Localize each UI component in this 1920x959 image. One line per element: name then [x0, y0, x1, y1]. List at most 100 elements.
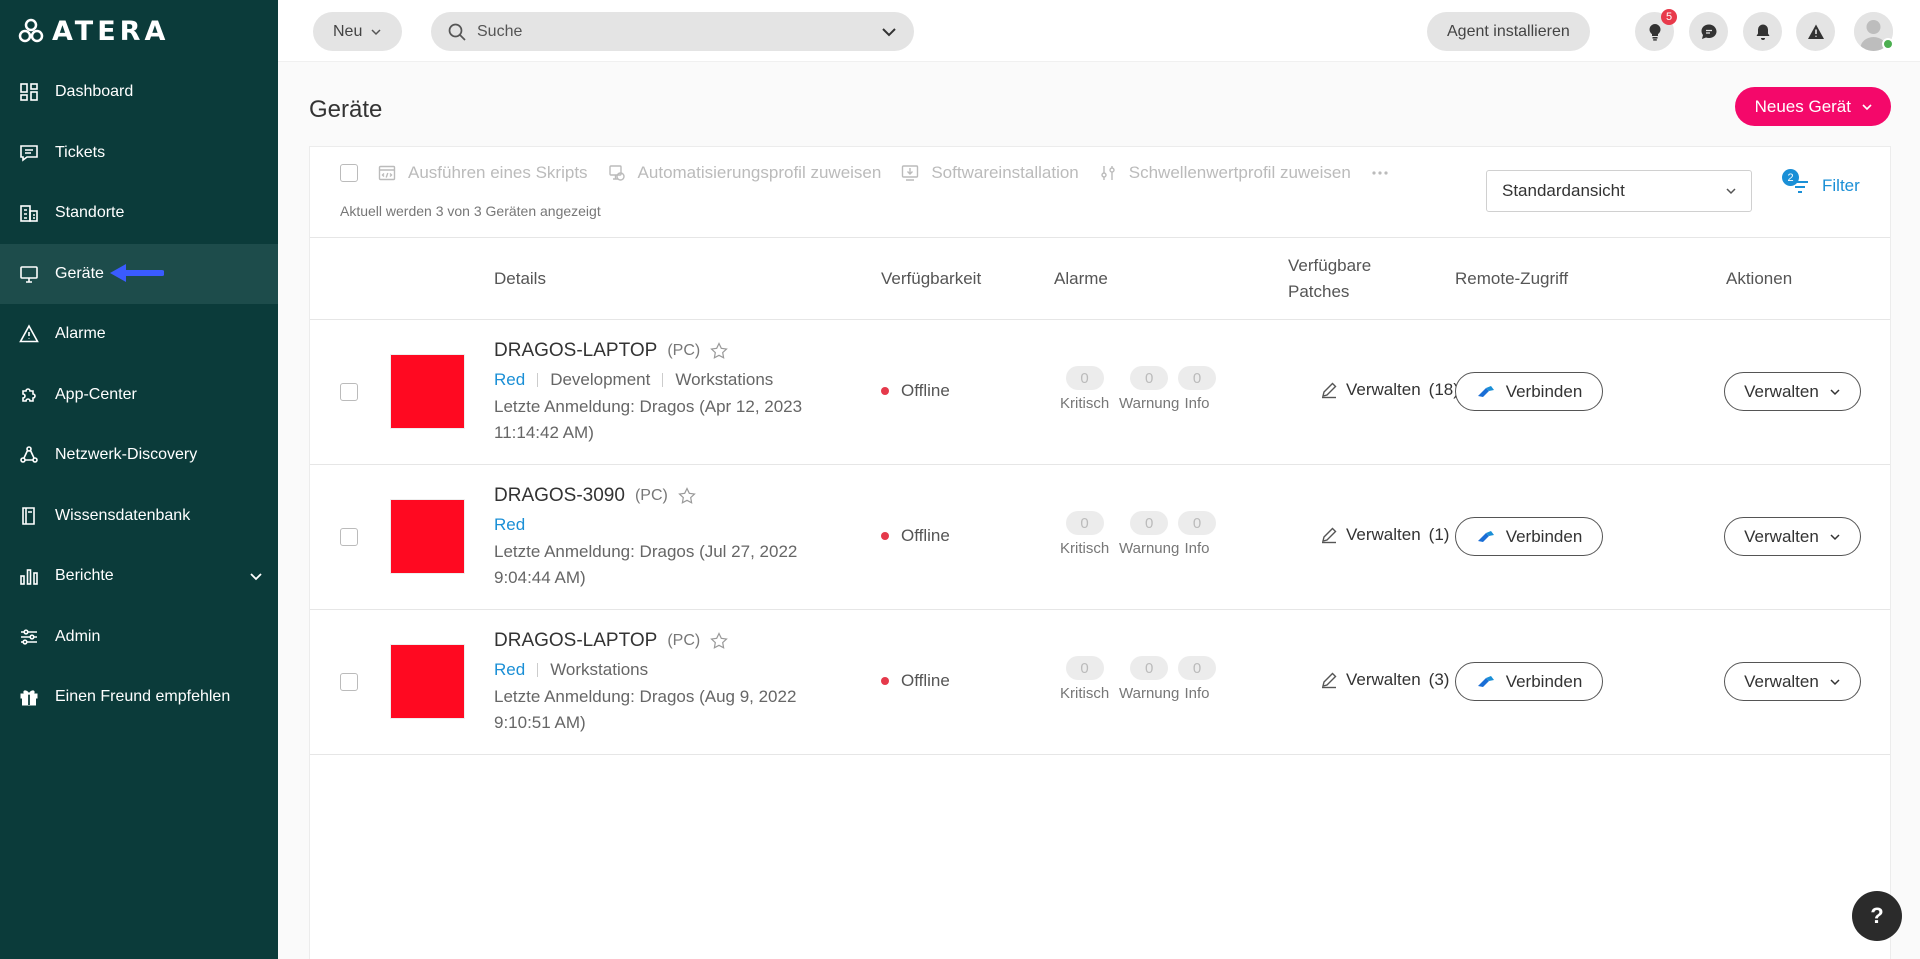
tag-separator [537, 663, 539, 677]
install-agent-button[interactable]: Agent installieren [1427, 12, 1590, 51]
sidebar-item-label: Admin [55, 627, 101, 645]
offline-dot [881, 677, 889, 685]
bulk-actions: Ausführen eines Skripts Automatisierungs… [340, 163, 1389, 183]
alarm-label: Warnung [1119, 540, 1180, 557]
search-input[interactable] [477, 22, 870, 41]
alarm-count: 0 [1130, 656, 1169, 680]
alarm-info[interactable]: 0 Info [1178, 366, 1216, 412]
row-checkbox[interactable] [340, 528, 358, 546]
star-icon[interactable] [710, 342, 729, 360]
row-checkbox[interactable] [340, 383, 358, 401]
sidebar-item-netzwerk-discovery[interactable]: Netzwerk-Discovery [0, 425, 278, 486]
connect-label: Verbinden [1505, 381, 1583, 401]
logo-text: ATERA [52, 15, 170, 47]
chevron-down-icon [1830, 533, 1840, 540]
alarm-info[interactable]: 0 Info [1178, 511, 1216, 557]
sidebar-item-standorte[interactable]: Standorte [0, 183, 278, 244]
view-select-value: Standardansicht [1502, 181, 1625, 200]
software-installation-action[interactable]: Softwareinstallation [901, 163, 1079, 183]
tips-button[interactable]: 5 [1635, 9, 1677, 51]
select-all-checkbox[interactable] [340, 164, 358, 182]
threshold-icon [1101, 166, 1115, 180]
customer-link[interactable]: Red [494, 660, 525, 680]
alarm-critical[interactable]: 0 Kritisch [1060, 656, 1109, 702]
patches-label: Verwalten [1346, 380, 1421, 399]
availability-status: Offline [881, 381, 950, 401]
sidebar-item-berichte[interactable]: Berichte [0, 546, 278, 607]
manage-button[interactable]: Verwalten [1724, 372, 1861, 411]
user-avatar[interactable] [1854, 12, 1894, 51]
sidebar-item-dashboard[interactable]: Dashboard [0, 62, 278, 123]
star-icon[interactable] [678, 487, 696, 505]
customer-link[interactable]: Red [494, 370, 525, 390]
alarm-label: Kritisch [1060, 540, 1110, 557]
splashtop-icon [1477, 385, 1494, 397]
device-name-line: DRAGOS-3090 (PC) [494, 485, 696, 507]
manage-patches-link[interactable]: Verwalten (18) [1320, 380, 1459, 400]
chevron-down-icon[interactable] [248, 568, 264, 584]
alarm-critical[interactable]: 0 Kritisch [1060, 366, 1109, 412]
alarm-warning[interactable]: 0 Warnung [1119, 511, 1179, 557]
alarm-critical[interactable]: 0 Kritisch [1060, 511, 1109, 557]
manage-button[interactable]: Verwalten [1724, 517, 1861, 556]
column-patches: Verfügbare Patches [1288, 253, 1371, 305]
column-actions: Aktionen [1726, 269, 1793, 288]
chevron-down-icon [371, 28, 381, 35]
new-button[interactable]: Neu [313, 12, 403, 51]
alarm-count: 0 [1130, 366, 1169, 390]
chevron-down-icon[interactable] [880, 23, 898, 41]
sidebar-item-wissensdatenbank[interactable]: Wissensdatenbank [0, 486, 278, 547]
assign-automation-profile-action[interactable]: Automatisierungsprofil zuweisen [608, 163, 881, 183]
device-thumbnail [390, 499, 465, 574]
star-icon[interactable] [710, 632, 729, 650]
alarm-warning[interactable]: 0 Warnung [1119, 366, 1179, 412]
chat-button[interactable] [1689, 12, 1728, 51]
puzzle-icon [19, 385, 39, 405]
availability-status: Offline [881, 671, 950, 691]
manage-patches-link[interactable]: Verwalten (3) [1320, 670, 1449, 690]
alarm-label: Info [1184, 395, 1210, 412]
device-name-link[interactable]: DRAGOS-3090 [494, 485, 625, 507]
sidebar-item-label: Tickets [55, 143, 106, 161]
new-device-button[interactable]: Neues Gerät [1734, 87, 1891, 126]
device-tags: Red Development Workstations [494, 370, 773, 390]
logo[interactable]: ATERA [0, 0, 278, 62]
connect-label: Verbinden [1505, 671, 1583, 691]
connect-button[interactable]: Verbinden [1455, 662, 1603, 701]
sidebar-item-label: Berichte [55, 567, 114, 585]
bell-icon [1756, 24, 1769, 40]
alarm-info[interactable]: 0 Info [1178, 656, 1216, 702]
sidebar-item-tickets[interactable]: Tickets [0, 123, 278, 184]
more-actions-button[interactable] [1371, 164, 1389, 182]
devices-card: Ausführen eines Skripts Automatisierungs… [309, 146, 1891, 959]
sidebar-item-app-center[interactable]: App-Center [0, 365, 278, 426]
help-button[interactable]: ? [1852, 891, 1902, 941]
row-checkbox[interactable] [340, 673, 358, 691]
alarm-label: Warnung [1119, 395, 1180, 412]
sidebar-item-refer-friend[interactable]: Einen Freund empfehlen [0, 667, 278, 728]
manage-button[interactable]: Verwalten [1724, 662, 1861, 701]
filter-button[interactable]: 2 Filter [1782, 169, 1860, 199]
customer-link[interactable]: Red [494, 515, 525, 535]
online-status-dot [1882, 38, 1894, 50]
manage-patches-link[interactable]: Verwalten (1) [1320, 525, 1449, 545]
view-select[interactable]: Standardansicht [1486, 170, 1752, 212]
alerts-button[interactable] [1796, 12, 1835, 51]
device-name-link[interactable]: DRAGOS-LAPTOP [494, 340, 657, 362]
script-icon [378, 165, 396, 181]
assign-threshold-profile-action[interactable]: Schwellenwertprofil zuweisen [1099, 163, 1351, 183]
sidebar-item-alarme[interactable]: Alarme [0, 304, 278, 365]
notifications-button[interactable] [1743, 12, 1782, 51]
sidebar-item-admin[interactable]: Admin [0, 607, 278, 668]
chart-icon [19, 566, 39, 586]
device-name-link[interactable]: DRAGOS-LAPTOP [494, 630, 657, 652]
connect-button[interactable]: Verbinden [1455, 517, 1603, 556]
connect-button[interactable]: Verbinden [1455, 372, 1603, 411]
alarm-count: 0 [1178, 656, 1216, 680]
alarm-warning[interactable]: 0 Warnung [1119, 656, 1179, 702]
last-login: Letzte Anmeldung: Dragos (Apr 12, 2023 1… [494, 397, 803, 442]
patches-count: (3) [1428, 670, 1450, 689]
warning-icon [1807, 24, 1824, 39]
run-script-action[interactable]: Ausführen eines Skripts [378, 163, 588, 183]
search-bar[interactable] [431, 12, 914, 51]
